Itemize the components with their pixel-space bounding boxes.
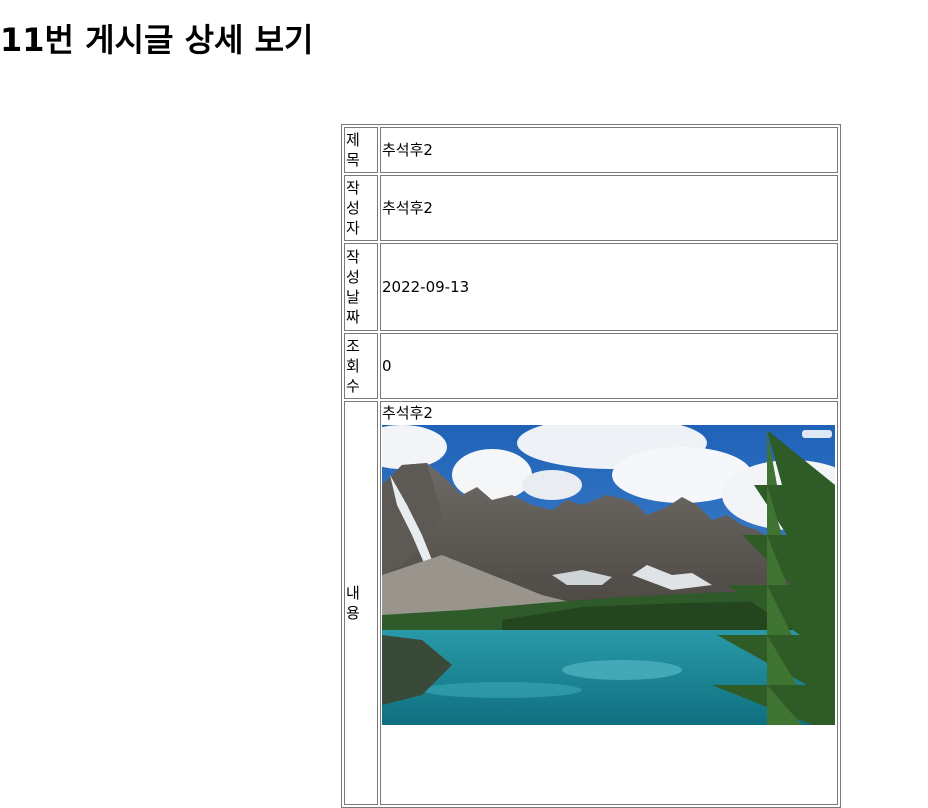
- row-header-writer: 작성자: [344, 175, 378, 241]
- row-value-views: 0: [380, 333, 838, 399]
- row-value-content: 추석후2: [380, 401, 838, 805]
- table-row: 조회수 0: [344, 333, 838, 399]
- content-text: 추석후2: [382, 404, 433, 422]
- table-row: 작성자 추석후2: [344, 175, 838, 241]
- mountain-lake-image: [382, 425, 835, 725]
- row-value-date: 2022-09-13: [380, 243, 838, 331]
- post-detail-table: 제목 추석후2 작성자 추석후2 작성날짜 2022-09-13 조회수 0 내…: [341, 124, 841, 808]
- row-header-title: 제목: [344, 127, 378, 173]
- page-title: 11번 게시글 상세 보기: [0, 21, 314, 59]
- row-header-content: 내용: [344, 401, 378, 805]
- row-header-date: 작성날짜: [344, 243, 378, 331]
- table-row: 내용 추석후2: [344, 401, 838, 805]
- row-header-views: 조회수: [344, 333, 378, 399]
- table-row: 제목 추석후2: [344, 127, 838, 173]
- row-value-writer: 추석후2: [380, 175, 838, 241]
- table-row: 작성날짜 2022-09-13: [344, 243, 838, 331]
- row-value-title: 추석후2: [380, 127, 838, 173]
